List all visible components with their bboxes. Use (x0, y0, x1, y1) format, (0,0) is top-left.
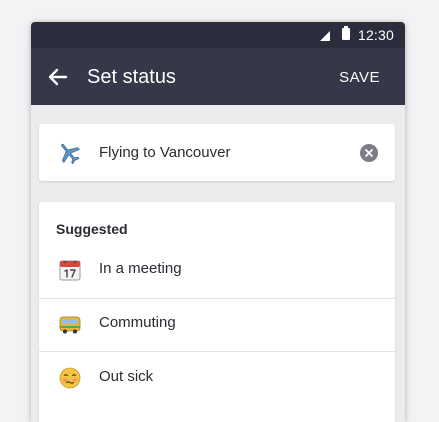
phone-frame: 12:30 Set status SAVE Flying to Vancouve… (31, 22, 405, 422)
back-button[interactable] (43, 62, 73, 92)
sick-face-icon (59, 367, 81, 389)
suggested-item-label: Commuting (99, 314, 176, 331)
suggested-heading: Suggested (56, 221, 128, 237)
suggested-item-commuting[interactable]: Commuting (39, 298, 395, 350)
suggested-status-list: Suggested In a meeting Commuting Out sic… (39, 202, 395, 422)
clear-icon (365, 149, 373, 157)
clear-button[interactable] (360, 144, 378, 162)
signal-icon (320, 31, 330, 41)
battery-icon (342, 26, 350, 40)
arrow-left-icon (48, 68, 68, 86)
suggested-item-label: In a meeting (99, 260, 182, 277)
system-status-bar: 12:30 (31, 22, 405, 48)
status-time: 12:30 (357, 27, 394, 43)
status-text: Flying to Vancouver (99, 144, 231, 161)
suggested-item-sick[interactable]: Out sick (39, 352, 395, 404)
suggested-item-label: Out sick (99, 368, 154, 385)
suggested-item-meeting[interactable]: In a meeting (39, 244, 395, 296)
calendar-icon (59, 260, 81, 281)
page-title: Set status (87, 66, 176, 88)
airplane-icon (61, 143, 80, 165)
current-status-field[interactable]: Flying to Vancouver (39, 124, 395, 181)
bus-icon (59, 316, 81, 334)
save-button[interactable]: SAVE (339, 69, 380, 87)
app-bar: Set status SAVE (31, 48, 405, 105)
